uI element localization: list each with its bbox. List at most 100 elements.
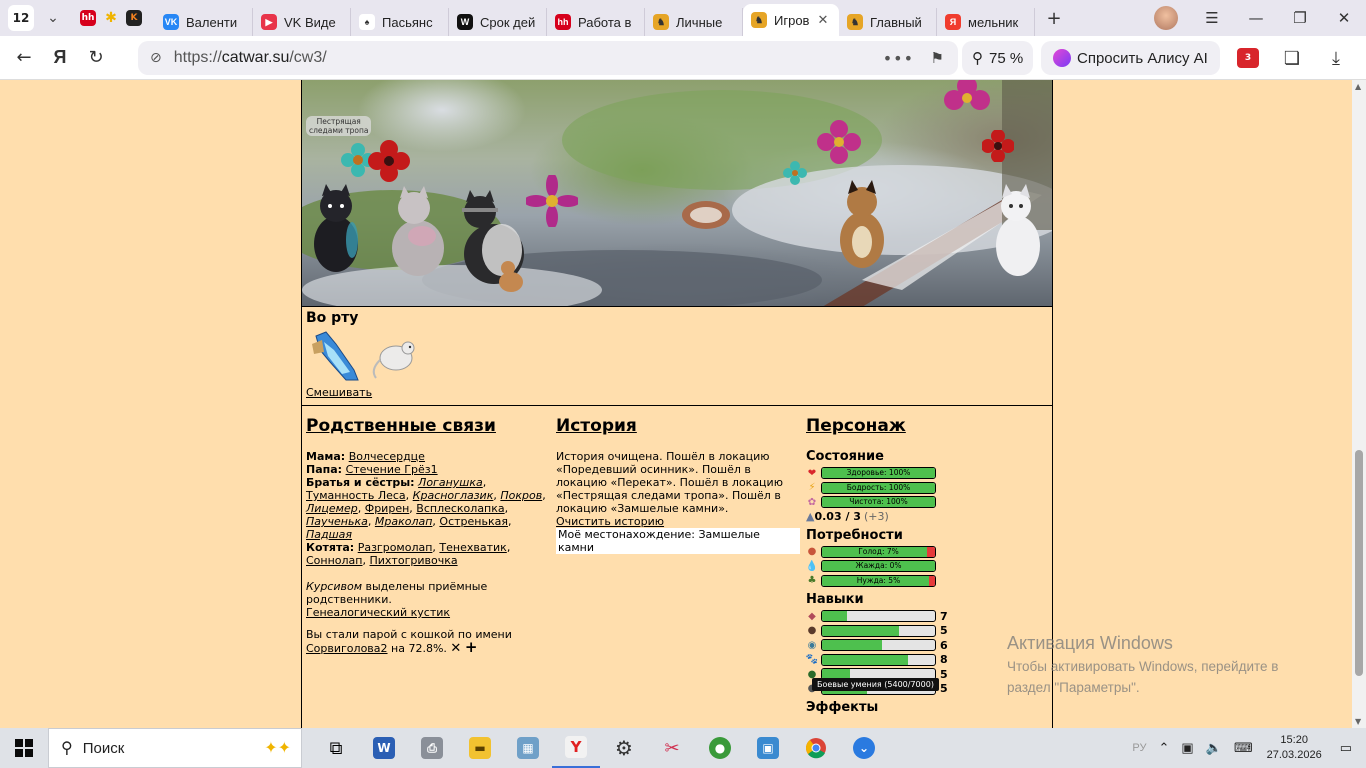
- partner-link[interactable]: Сорвиголова2: [306, 642, 388, 655]
- volume-icon[interactable]: 🔈: [1206, 740, 1222, 756]
- scrollbar-thumb[interactable]: [1355, 450, 1363, 676]
- mouse-item-icon[interactable]: [366, 330, 422, 384]
- white-cat-icon[interactable]: [986, 184, 1050, 280]
- close-window-icon[interactable]: ✕: [1322, 9, 1366, 27]
- grey-cat-icon[interactable]: [382, 186, 452, 280]
- chevron-down-circle-icon[interactable]: ⌄: [840, 728, 888, 768]
- contacts-app-icon[interactable]: ▣: [744, 728, 792, 768]
- camera-icon[interactable]: ▣: [1181, 740, 1193, 756]
- browser-tab-1[interactable]: ▶ VK Виде: [253, 8, 351, 36]
- character-title[interactable]: Персонаж: [806, 418, 1050, 435]
- chrome-icon[interactable]: [792, 728, 840, 768]
- progress-bar[interactable]: [821, 653, 936, 666]
- progress-bar[interactable]: Голод: 7%: [821, 545, 936, 558]
- sleeping-cat-icon[interactable]: [680, 198, 732, 232]
- hh-pinned-tab-icon[interactable]: hh: [80, 10, 96, 26]
- tabby-cat-icon[interactable]: [830, 180, 894, 272]
- relations-title[interactable]: Родственные связи: [306, 418, 550, 435]
- browser-tab-8[interactable]: Ямельник: [937, 8, 1035, 36]
- kitten-link[interactable]: Соннолап: [306, 554, 363, 567]
- sibling-link[interactable]: Фрирен: [365, 502, 410, 515]
- kinopoisk-pinned-tab-icon[interactable]: K: [126, 10, 142, 26]
- taskbar-clock[interactable]: 15:20 27.03.2026: [1267, 733, 1322, 763]
- language-indicator[interactable]: РУ: [1132, 742, 1146, 754]
- family-tree-link[interactable]: Генеалогический кустик: [306, 606, 450, 619]
- scroll-up-icon[interactable]: ▲: [1355, 82, 1361, 91]
- restore-icon[interactable]: ❐: [1278, 9, 1322, 27]
- progress-bar[interactable]: Чистота: 100%: [821, 496, 936, 509]
- progress-bar[interactable]: [821, 610, 936, 623]
- reload-icon[interactable]: ↻: [78, 40, 114, 76]
- site-info-icon[interactable]: ⊘: [150, 50, 162, 66]
- snipping-tool-icon[interactable]: ✂: [648, 728, 696, 768]
- kitten-link[interactable]: Разгромолап: [358, 541, 433, 554]
- copilot-sparkle-icon[interactable]: ✦✦: [264, 738, 291, 758]
- image-viewer-icon[interactable]: ▦: [504, 728, 552, 768]
- chevron-down-icon[interactable]: ⌄: [40, 5, 66, 31]
- download-icon[interactable]: ⤓: [1314, 40, 1358, 76]
- yandex-logo-icon[interactable]: Я: [42, 40, 78, 76]
- progress-bar[interactable]: Нужда: 5%: [821, 574, 936, 587]
- scroll-down-icon[interactable]: ▼: [1355, 717, 1361, 726]
- notifications-icon[interactable]: ▭: [1340, 740, 1352, 756]
- history-title[interactable]: История: [556, 418, 800, 435]
- browser-tab-6[interactable]: ♞ Игров ✕: [743, 4, 839, 36]
- printer-app-icon[interactable]: ⎙: [408, 728, 456, 768]
- close-tab-icon[interactable]: ✕: [817, 12, 828, 28]
- windows-start-icon[interactable]: [0, 728, 48, 768]
- sibling-link[interactable]: Остренькая: [439, 515, 508, 528]
- adblock-extension-icon[interactable]: 3: [1226, 40, 1270, 76]
- progress-bar[interactable]: [821, 624, 936, 637]
- browser-tab-0[interactable]: VK Валенти: [155, 8, 253, 36]
- address-bar[interactable]: ⊘ https://catwar.su/cw3/ ••• ⚑: [138, 41, 958, 75]
- black-cat-icon[interactable]: [306, 184, 368, 274]
- sibling-link[interactable]: Паученька: [306, 515, 368, 528]
- sibling-link[interactable]: Логанушка: [418, 476, 483, 489]
- sibling-link[interactable]: Красноглазик: [413, 489, 494, 502]
- zoom-button[interactable]: ⚲ 75 %: [962, 41, 1034, 75]
- sibling-link[interactable]: Покров: [500, 489, 542, 502]
- tray-chevron-up-icon[interactable]: ⌃: [1158, 740, 1169, 756]
- keyboard-icon[interactable]: ⌨: [1234, 740, 1253, 756]
- profile-avatar[interactable]: [1154, 6, 1178, 30]
- game-app-icon[interactable]: ●: [696, 728, 744, 768]
- sibling-link[interactable]: Туманность Леса: [306, 489, 406, 502]
- minimize-icon[interactable]: —: [1234, 9, 1278, 27]
- collections-icon[interactable]: ❏: [1270, 40, 1314, 76]
- url-text[interactable]: https://catwar.su/cw3/: [174, 49, 327, 67]
- add-pair-icon[interactable]: +: [465, 638, 478, 656]
- sun-pinned-tab-icon[interactable]: ✱: [103, 10, 119, 26]
- break-pair-icon[interactable]: ✕: [450, 641, 461, 656]
- sibling-link[interactable]: Всплесколапка: [416, 502, 504, 515]
- yandex-browser-icon[interactable]: Y: [552, 728, 600, 768]
- browser-tab-2[interactable]: ♠ Пасьянс: [351, 8, 449, 36]
- progress-bar[interactable]: [821, 639, 936, 652]
- browser-tab-3[interactable]: W Срок дей: [449, 8, 547, 36]
- crystal-item-icon[interactable]: [306, 330, 362, 384]
- mix-link[interactable]: Смешивать: [306, 386, 1048, 399]
- location-label[interactable]: Пестрящая следами тропа: [306, 116, 372, 136]
- clear-history-link[interactable]: Очистить историю: [556, 515, 664, 528]
- taskbar-search[interactable]: ⚲ Поиск ✦✦: [48, 728, 302, 768]
- kitten-link[interactable]: Тенехватик: [439, 541, 506, 554]
- settings-gear-icon[interactable]: ⚙: [600, 728, 648, 768]
- progress-bar[interactable]: Здоровье: 100%: [821, 467, 936, 480]
- sibling-link[interactable]: Мраколап: [375, 515, 433, 528]
- word-app-icon[interactable]: W: [360, 728, 408, 768]
- dad-link[interactable]: Стечение Грёз1: [346, 463, 438, 476]
- task-view-icon[interactable]: ⧉: [312, 728, 360, 768]
- progress-bar[interactable]: Бодрость: 100%: [821, 481, 936, 494]
- ginger-kitten-icon[interactable]: [494, 258, 528, 294]
- progress-bar[interactable]: Жажда: 0%: [821, 560, 936, 573]
- back-arrow-icon[interactable]: ←: [6, 40, 42, 76]
- kitten-link[interactable]: Пихтогривочка: [370, 554, 458, 567]
- browser-tab-7[interactable]: ♞ Главный: [839, 8, 937, 36]
- bookmark-icon[interactable]: ⚑: [931, 49, 944, 67]
- new-tab-button[interactable]: +: [1041, 5, 1067, 31]
- sibling-link[interactable]: Лицемер: [306, 502, 358, 515]
- sibling-link[interactable]: Падшая: [306, 528, 352, 541]
- alice-button[interactable]: Спросить Алису AI: [1041, 41, 1220, 75]
- page-scrollbar[interactable]: ▲ ▼: [1352, 80, 1366, 728]
- file-explorer-icon[interactable]: ▬: [456, 728, 504, 768]
- more-icon[interactable]: •••: [883, 49, 914, 68]
